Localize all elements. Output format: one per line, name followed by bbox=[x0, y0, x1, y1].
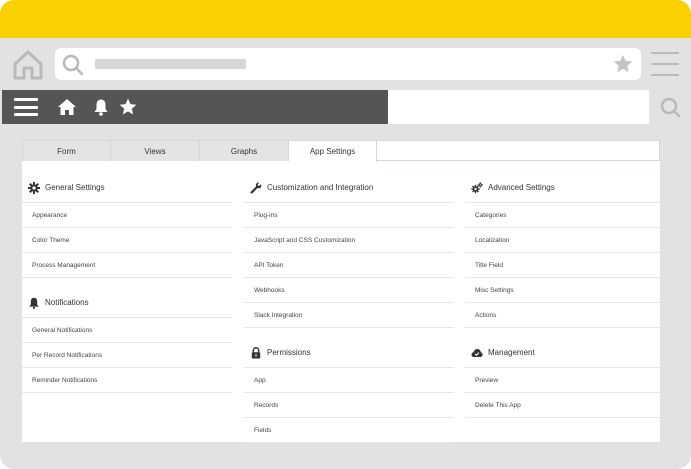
section-title: Permissions bbox=[267, 348, 311, 357]
tab-form[interactable]: Form bbox=[23, 141, 111, 161]
settings-column-3: Advanced Settings Categories Localizatio… bbox=[465, 173, 660, 418]
settings-link-plug-ins[interactable]: Plug-ins bbox=[244, 203, 454, 228]
search-icon[interactable] bbox=[650, 92, 690, 124]
section-title: General Settings bbox=[45, 183, 105, 192]
settings-link-per-record-notifications[interactable]: Per Record Notifications bbox=[22, 343, 232, 368]
section-header-general-settings: General Settings bbox=[22, 173, 232, 203]
section-title: Customization and Integration bbox=[267, 183, 374, 192]
settings-link-appearance[interactable]: Appearance bbox=[22, 203, 232, 228]
settings-link-misc-settings[interactable]: Misc Settings bbox=[465, 278, 660, 303]
settings-link-reminder-notifications[interactable]: Reminder Notifications bbox=[22, 368, 232, 393]
home-icon[interactable] bbox=[57, 98, 77, 116]
settings-link-process-management[interactable]: Process Management bbox=[22, 253, 232, 278]
settings-link-actions[interactable]: Actions bbox=[465, 303, 660, 328]
settings-link-delete-this-app[interactable]: Delete This App bbox=[465, 393, 660, 418]
gear-icon bbox=[28, 181, 40, 194]
settings-link-categories[interactable]: Categories bbox=[465, 203, 660, 228]
settings-link-slack-integration[interactable]: Slack Integration bbox=[244, 303, 454, 328]
wrench-icon bbox=[250, 181, 262, 193]
section-header-advanced-settings: Advanced Settings bbox=[465, 173, 660, 203]
settings-link-fields[interactable]: Fields bbox=[244, 418, 454, 443]
search-input[interactable] bbox=[388, 90, 649, 124]
favorites-star-icon[interactable] bbox=[118, 97, 138, 117]
settings-link-title-field[interactable]: Title Field bbox=[465, 253, 660, 278]
tab-views[interactable]: Views bbox=[111, 141, 200, 161]
settings-panel: Form Views Graphs App Settings General S… bbox=[22, 140, 660, 443]
hamburger-menu-icon[interactable] bbox=[14, 98, 38, 116]
settings-link-localization[interactable]: Localization bbox=[465, 228, 660, 253]
settings-link-webhooks[interactable]: Webhooks bbox=[244, 278, 454, 303]
address-bar[interactable] bbox=[55, 48, 641, 80]
section-title: Advanced Settings bbox=[488, 183, 555, 192]
section-header-management: Management bbox=[465, 338, 660, 368]
tab-graphs[interactable]: Graphs bbox=[200, 141, 289, 161]
settings-link-general-notifications[interactable]: General Notifications bbox=[22, 318, 232, 343]
home-icon[interactable] bbox=[11, 49, 45, 81]
address-placeholder bbox=[95, 59, 246, 69]
browser-frame: Form Views Graphs App Settings General S… bbox=[0, 0, 691, 469]
app-header bbox=[2, 90, 388, 124]
settings-link-color-theme[interactable]: Color Theme bbox=[22, 228, 232, 253]
gears-icon bbox=[471, 181, 483, 193]
cloud-icon bbox=[471, 348, 483, 357]
settings-link-api-token[interactable]: API Token bbox=[244, 253, 454, 278]
settings-column-1: General Settings Appearance Color Theme … bbox=[22, 173, 232, 393]
settings-link-records[interactable]: Records bbox=[244, 393, 454, 418]
settings-column-2: Customization and Integration Plug-ins J… bbox=[244, 173, 454, 443]
settings-link-preview[interactable]: Preview bbox=[465, 368, 660, 393]
browser-menu-icon[interactable] bbox=[651, 52, 679, 76]
section-header-notifications: Notifications bbox=[22, 288, 232, 318]
settings-link-app[interactable]: App bbox=[244, 368, 454, 393]
bookmark-star-icon[interactable] bbox=[612, 53, 634, 75]
tab-app-settings[interactable]: App Settings bbox=[289, 141, 377, 162]
section-header-permissions: Permissions bbox=[244, 338, 454, 368]
section-title: Management bbox=[488, 348, 535, 357]
bell-icon bbox=[29, 297, 39, 309]
settings-link-js-css-customization[interactable]: JavaScript and CSS Customization bbox=[244, 228, 454, 253]
section-header-customization: Customization and Integration bbox=[244, 173, 454, 203]
search-icon bbox=[62, 54, 84, 76]
bell-icon[interactable] bbox=[93, 98, 109, 116]
lock-icon bbox=[251, 346, 261, 358]
tab-bar: Form Views Graphs App Settings bbox=[22, 140, 660, 162]
top-bar bbox=[0, 0, 691, 38]
section-title: Notifications bbox=[45, 298, 89, 307]
